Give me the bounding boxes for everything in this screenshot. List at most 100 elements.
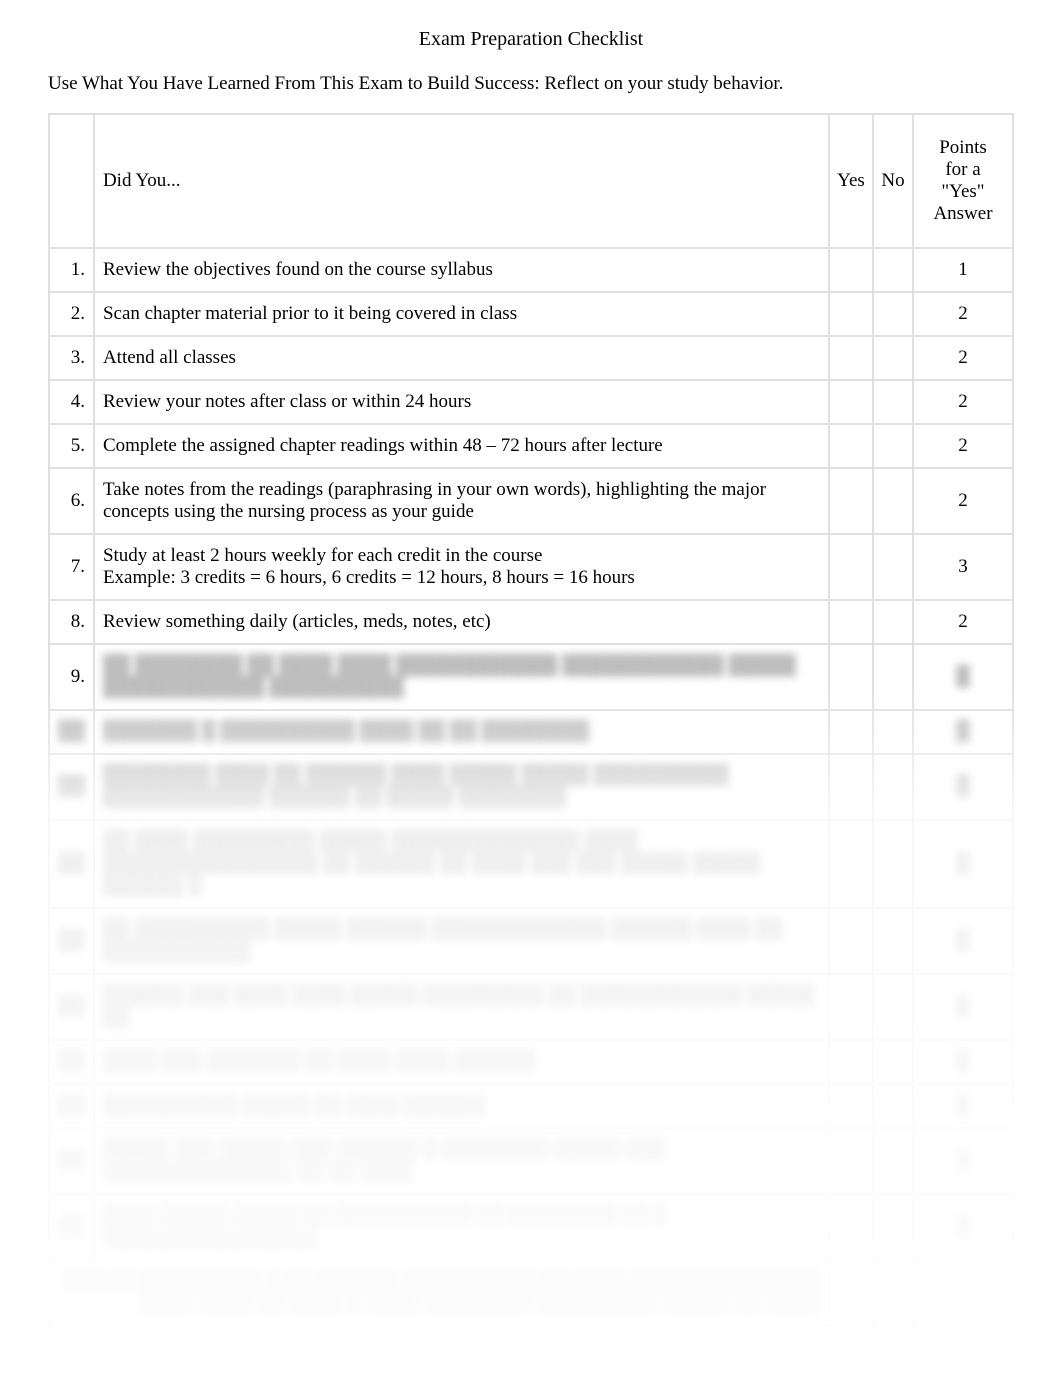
page-title: Exam Preparation Checklist [48, 28, 1014, 51]
row-num: 9. [49, 644, 94, 710]
table-row-obscured: ██ ████ ███ ███████ ██ ████ ████ ██████ … [49, 1040, 1013, 1084]
row-question-text: Study at least 2 hours weekly for each c… [103, 545, 543, 566]
row-no-cell [873, 754, 913, 820]
row-no-cell [873, 710, 913, 754]
table-row: 7. Study at least 2 hours weekly for eac… [49, 534, 1013, 600]
table-row-obscured: ██ ██ ██████████ █████ ██████ ██████████… [49, 908, 1013, 974]
row-no-cell[interactable] [873, 336, 913, 380]
row-yes-cell[interactable] [829, 292, 873, 336]
row-points-obscured: █ [913, 754, 1013, 820]
row-num-obscured: ██ [49, 1128, 94, 1194]
table-row-obscured: ██ ██████ ███ ████ ████ █████ █████████ … [49, 974, 1013, 1040]
row-question-obscured: ██ ██████████ █████ ██████ █████████████… [94, 908, 829, 974]
table-row-obscured: ██ █████ ███ █████ ███ ██████ █ ████████… [49, 1128, 1013, 1194]
row-points: 2 [913, 380, 1013, 424]
header-blank-num [49, 114, 94, 248]
row-no-cell [873, 1084, 913, 1128]
row-num-obscured: ██ [49, 974, 94, 1040]
table-row: 1. Review the objectives found on the co… [49, 248, 1013, 292]
row-question-obscured: ████████ ████ ██ ██████ ████ █████ █████… [94, 754, 829, 820]
header-points: Points for a "Yes" Answer [913, 114, 1013, 248]
table-row: 3. Attend all classes 2 [49, 336, 1013, 380]
row-points-obscured: █ [913, 1128, 1013, 1194]
row-no-cell[interactable] [873, 468, 913, 534]
row-points: 3 [913, 534, 1013, 600]
row-no-cell[interactable] [873, 534, 913, 600]
header-yes: Yes [829, 114, 873, 248]
row-no-cell [873, 1194, 913, 1260]
row-no-cell [873, 1260, 913, 1326]
row-yes-cell [829, 974, 873, 1040]
row-no-cell[interactable] [873, 424, 913, 468]
row-yes-cell [829, 1194, 873, 1260]
row-yes-cell[interactable] [829, 534, 873, 600]
row-points: 2 [913, 292, 1013, 336]
row-points: 2 [913, 336, 1013, 380]
table-row-obscured: ██ ████ █████ █████ ██ ██████████ ██ ███… [49, 1194, 1013, 1260]
row-no-cell [873, 1128, 913, 1194]
row-question: Scan chapter material prior to it being … [94, 292, 829, 336]
row-question-obscured: ████ ███ ███████ ██ ████ ████ ██████ [94, 1040, 829, 1084]
row-points-obscured: █ [913, 1194, 1013, 1260]
row-question-example: Example: 3 credits = 6 hours, 6 credits … [103, 567, 816, 589]
row-yes-cell[interactable] [829, 380, 873, 424]
row-num: 7. [49, 534, 94, 600]
table-row-obscured: ██ ███████ █ ██████████ ████ ██ ██ █████… [49, 710, 1013, 754]
row-question-obscured: █████ ███ █████ ███ ██████ █ ████████ ██… [94, 1128, 829, 1194]
row-points-obscured: █ [913, 908, 1013, 974]
row-question: Complete the assigned chapter readings w… [94, 424, 829, 468]
row-num: 3. [49, 336, 94, 380]
row-no-cell[interactable] [873, 248, 913, 292]
row-yes-cell [829, 1128, 873, 1194]
row-num: 5. [49, 424, 94, 468]
table-row: 5. Complete the assigned chapter reading… [49, 424, 1013, 468]
row-question: Study at least 2 hours weekly for each c… [94, 534, 829, 600]
row-yes-cell[interactable] [829, 600, 873, 644]
row-no-cell [873, 974, 913, 1040]
row-yes-cell[interactable] [829, 248, 873, 292]
row-points: 2 [913, 424, 1013, 468]
row-yes-cell [829, 1260, 873, 1326]
row-points-obscured: █ [913, 1040, 1013, 1084]
row-yes-cell[interactable] [829, 468, 873, 534]
row-question-obscured: ██████ ███ ████ ████ █████ █████████ ██ … [94, 974, 829, 1040]
row-no-cell[interactable] [873, 380, 913, 424]
table-body: 1. Review the objectives found on the co… [49, 248, 1013, 1326]
row-points-obscured: █ [913, 710, 1013, 754]
row-points: 1 [913, 248, 1013, 292]
row-points: 2 [913, 468, 1013, 534]
header-no: No [873, 114, 913, 248]
row-num: 8. [49, 600, 94, 644]
row-num: 4. [49, 380, 94, 424]
row-no-cell[interactable] [873, 292, 913, 336]
row-no-cell[interactable] [873, 600, 913, 644]
table-row-obscured: ███ ██ █████████ █ ██ ██████ ██████████ … [49, 1260, 1013, 1326]
row-num-obscured: ██ [49, 1040, 94, 1084]
checklist-table: Did You... Yes No Points for a "Yes" Ans… [48, 113, 1014, 1327]
row-yes-cell [829, 644, 873, 710]
row-yes-cell[interactable] [829, 424, 873, 468]
row-num-obscured: ██ [49, 1194, 94, 1260]
row-question-obscured: ██ ████████ ██ ████ ████ ████████████ ██… [94, 644, 829, 710]
row-footer-obscured: ███ ██ █████████ █ ██ ██████ ██████████ … [49, 1260, 829, 1326]
table-row: 6. Take notes from the readings (paraphr… [49, 468, 1013, 534]
table-row: 9. ██ ████████ ██ ████ ████ ████████████… [49, 644, 1013, 710]
row-num-obscured: ██ [49, 820, 94, 908]
row-no-cell [873, 1040, 913, 1084]
header-question: Did You... [94, 114, 829, 248]
row-points: 2 [913, 600, 1013, 644]
row-no-cell [873, 908, 913, 974]
row-question: Attend all classes [94, 336, 829, 380]
row-no-cell [873, 820, 913, 908]
row-num: 2. [49, 292, 94, 336]
table-row: 8. Review something daily (articles, med… [49, 600, 1013, 644]
row-points-obscured: █ [913, 644, 1013, 710]
row-num: 1. [49, 248, 94, 292]
row-yes-cell [829, 1040, 873, 1084]
row-question-obscured: ██ ████ █████████ █████ ██████████████ █… [94, 820, 829, 908]
table-row-obscured: ██ ████████ ████ ██ ██████ ████ █████ ██… [49, 754, 1013, 820]
row-yes-cell[interactable] [829, 336, 873, 380]
row-question-obscured: ██████████ █████ ██ ████ ██████ [94, 1084, 829, 1128]
row-points-obscured: █ [913, 820, 1013, 908]
row-question-obscured: ████ █████ █████ ██ ██████████ ██ ██████… [94, 1194, 829, 1260]
